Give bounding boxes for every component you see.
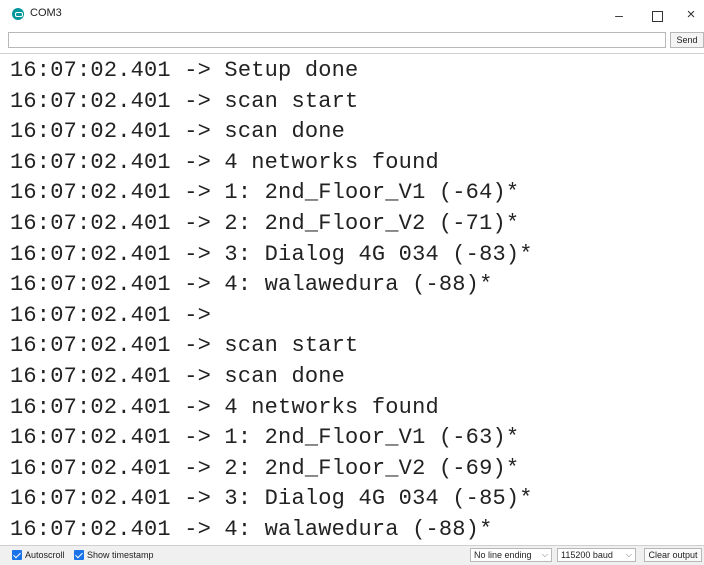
window-title: COM3 bbox=[30, 7, 62, 19]
send-button[interactable]: Send bbox=[670, 32, 704, 48]
status-bar: Autoscroll Show timestamp No line ending… bbox=[0, 545, 704, 565]
serial-output[interactable]: 16:07:02.401 -> Setup done 16:07:02.401 -… bbox=[0, 53, 704, 545]
maximize-icon bbox=[651, 10, 663, 22]
output-line: 16:07:02.401 -> 2: 2nd_Floor_V2 (-69)* bbox=[10, 455, 520, 481]
show-timestamp-label: Show timestamp bbox=[87, 550, 154, 560]
arduino-icon bbox=[12, 8, 24, 20]
output-line: 16:07:02.401 -> 4 networks found bbox=[10, 394, 439, 420]
maximize-button[interactable] bbox=[642, 4, 672, 26]
output-line: 16:07:02.401 -> 2: 2nd_Floor_V2 (-71)* bbox=[10, 211, 520, 236]
output-line: 16:07:02.401 -> Setup done bbox=[10, 58, 359, 83]
output-line: 16:07:02.401 -> 3: Dialog 4G 034 (-83)* bbox=[10, 241, 533, 267]
baud-rate-select[interactable]: 115200 baud ⌵ bbox=[557, 548, 636, 562]
baud-rate-value: 115200 baud bbox=[561, 550, 613, 560]
serial-input[interactable] bbox=[8, 32, 666, 48]
line-ending-value: No line ending bbox=[474, 550, 532, 560]
output-line: 16:07:02.401 -> bbox=[10, 302, 212, 328]
line-ending-select[interactable]: No line ending ⌵ bbox=[470, 548, 552, 562]
minimize-button[interactable]: – bbox=[604, 4, 634, 26]
chevron-down-icon: ⌵ bbox=[541, 550, 548, 559]
output-line: 16:07:02.401 -> scan done bbox=[10, 364, 346, 389]
output-line: 16:07:02.401 -> 4: walawedura (-88)* bbox=[10, 517, 493, 542]
output-line: 16:07:02.401 -> 1: 2nd_Floor_V1 (-63)* bbox=[10, 425, 520, 451]
output-line: 16:07:02.401 -> scan start bbox=[10, 333, 359, 359]
autoscroll-checkbox[interactable] bbox=[12, 550, 22, 560]
clear-output-button[interactable]: Clear output bbox=[644, 548, 702, 562]
output-line: 16:07:02.401 -> 4 networks found bbox=[10, 149, 439, 175]
show-timestamp-checkbox[interactable] bbox=[74, 550, 84, 560]
output-line: 16:07:02.401 -> 3: Dialog 4G 034 (-85)* bbox=[10, 486, 533, 512]
output-line: 16:07:02.401 -> scan done bbox=[10, 119, 346, 145]
autoscroll-label: Autoscroll bbox=[25, 550, 65, 560]
send-bar: Send bbox=[0, 30, 704, 52]
chevron-down-icon: ⌵ bbox=[625, 550, 632, 559]
title-bar: COM3 – × bbox=[0, 0, 704, 30]
output-line: 16:07:02.401 -> 1: 2nd_Floor_V1 (-64)* bbox=[10, 180, 520, 206]
close-button[interactable]: × bbox=[676, 4, 704, 26]
output-line: 16:07:02.401 -> 4: walawedura (-88)* bbox=[10, 272, 493, 298]
output-line: 16:07:02.401 -> scan start bbox=[10, 88, 359, 114]
